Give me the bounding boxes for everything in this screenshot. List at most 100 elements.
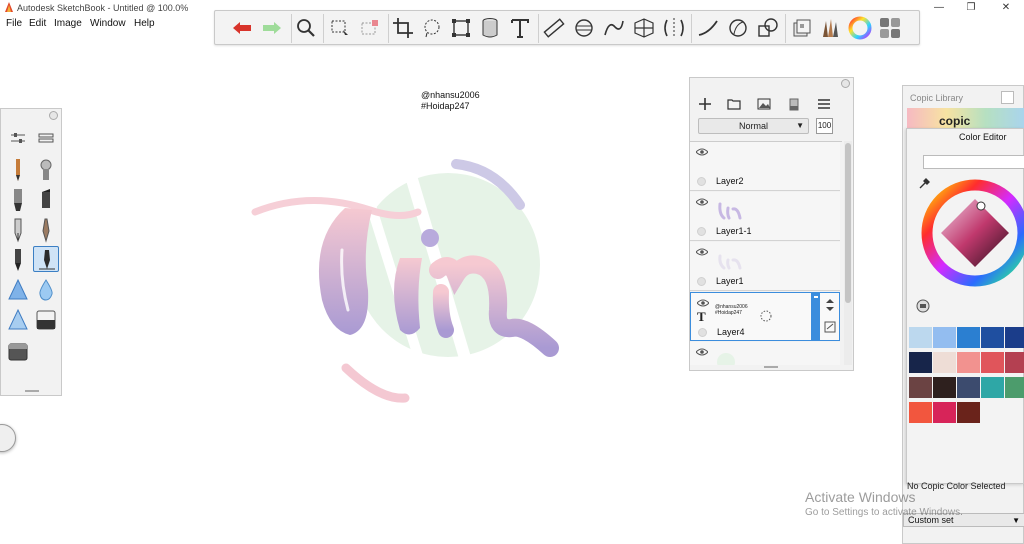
chisel-marker-icon[interactable] bbox=[33, 187, 59, 213]
eye-icon[interactable] bbox=[696, 348, 708, 356]
maximize-button[interactable]: ❐ bbox=[960, 1, 982, 15]
layer-lock-toggle[interactable] bbox=[697, 277, 706, 286]
menu-file[interactable]: File bbox=[6, 18, 22, 29]
stroke-icon[interactable] bbox=[695, 15, 721, 41]
hard-eraser-icon[interactable] bbox=[5, 339, 31, 365]
move-layer-icon[interactable] bbox=[824, 299, 836, 311]
clear-layer-icon[interactable] bbox=[786, 96, 802, 112]
color-swatch[interactable] bbox=[1005, 352, 1024, 373]
close-window-button[interactable]: ✕ bbox=[995, 1, 1017, 15]
minimize-button[interactable]: — bbox=[928, 1, 950, 15]
brush-library-icon[interactable] bbox=[33, 125, 59, 151]
color-swatch[interactable] bbox=[933, 327, 956, 348]
calligraphy-pen-icon[interactable] bbox=[33, 246, 59, 272]
bucket-icon[interactable] bbox=[477, 15, 503, 41]
add-layer-icon[interactable] bbox=[697, 96, 713, 112]
copic-color-icon[interactable] bbox=[916, 299, 930, 313]
brush-puck[interactable] bbox=[0, 424, 16, 452]
layer-scrollbar[interactable] bbox=[844, 141, 852, 365]
french-curve-icon[interactable] bbox=[601, 15, 627, 41]
brush-pen-icon[interactable] bbox=[33, 217, 59, 243]
color-swatch[interactable] bbox=[1005, 377, 1024, 398]
color-swatch[interactable] bbox=[981, 377, 1004, 398]
color-swatch[interactable] bbox=[933, 402, 956, 423]
palette-icon[interactable] bbox=[877, 15, 903, 41]
eraser-icon[interactable] bbox=[33, 307, 59, 333]
transform-icon[interactable] bbox=[448, 15, 474, 41]
color-wheel-icon[interactable] bbox=[847, 15, 873, 41]
fill-select-icon[interactable] bbox=[357, 15, 383, 41]
close-icon[interactable] bbox=[841, 79, 850, 88]
color-swatch[interactable] bbox=[909, 327, 932, 348]
layer-drag-handle[interactable] bbox=[812, 293, 820, 340]
brush-library-icon[interactable] bbox=[817, 15, 843, 41]
layer-lock-toggle[interactable] bbox=[697, 177, 706, 186]
layer-toolbar bbox=[690, 96, 855, 114]
perspective-icon[interactable] bbox=[631, 15, 657, 41]
color-swatch[interactable] bbox=[1005, 327, 1024, 348]
layer-name: Layer2 bbox=[716, 176, 744, 186]
palette-grip[interactable] bbox=[25, 390, 39, 392]
layer-lock-toggle[interactable] bbox=[697, 227, 706, 236]
ellipse-guide-icon[interactable] bbox=[571, 15, 597, 41]
zoom-icon[interactable] bbox=[293, 15, 319, 41]
layer-opacity-input[interactable]: 100 bbox=[816, 118, 833, 134]
layer-row-selected[interactable]: T @nhansu2006 #Hoidap247 Layer4 bbox=[690, 292, 840, 341]
color-swatch[interactable] bbox=[981, 327, 1004, 348]
add-image-icon[interactable] bbox=[756, 96, 772, 112]
layer-row[interactable]: Layer2 bbox=[690, 142, 840, 191]
color-wheel[interactable] bbox=[915, 177, 1024, 289]
eye-icon[interactable] bbox=[696, 198, 708, 206]
predictive-icon[interactable] bbox=[725, 15, 751, 41]
ruler-icon[interactable] bbox=[541, 15, 567, 41]
copic-library-icon[interactable] bbox=[788, 15, 814, 41]
shape-icon[interactable] bbox=[755, 15, 781, 41]
symmetry-icon[interactable] bbox=[661, 15, 687, 41]
menu-help[interactable]: Help bbox=[134, 18, 155, 29]
color-swatch[interactable] bbox=[957, 377, 980, 398]
color-swatch[interactable] bbox=[909, 352, 932, 373]
color-swatch[interactable] bbox=[933, 352, 956, 373]
eye-icon[interactable] bbox=[696, 248, 708, 256]
pencil-brush-icon[interactable] bbox=[5, 157, 31, 183]
undo-icon[interactable] bbox=[229, 15, 255, 41]
layer-row[interactable]: Layer1 bbox=[690, 242, 840, 291]
layer-menu-icon[interactable] bbox=[816, 96, 832, 112]
color-swatch[interactable] bbox=[957, 402, 980, 423]
select-icon[interactable] bbox=[327, 15, 353, 41]
color-swatch[interactable] bbox=[981, 352, 1004, 373]
layer-row[interactable]: Layer1-1 bbox=[690, 192, 840, 241]
close-icon[interactable] bbox=[1001, 91, 1014, 104]
menu-image[interactable]: Image bbox=[54, 18, 82, 29]
ink-pen-icon[interactable] bbox=[5, 217, 31, 243]
color-swatch[interactable] bbox=[909, 402, 932, 423]
layer-row[interactable] bbox=[690, 342, 840, 365]
layer-properties-icon[interactable] bbox=[824, 321, 836, 333]
close-icon[interactable] bbox=[49, 111, 58, 120]
layer-group-icon[interactable] bbox=[726, 96, 742, 112]
crop-icon[interactable] bbox=[390, 15, 416, 41]
triangle-outline-brush-icon[interactable] bbox=[5, 307, 31, 333]
text-icon[interactable] bbox=[507, 15, 533, 41]
palette-grip[interactable] bbox=[764, 366, 778, 368]
airbrush-icon[interactable] bbox=[33, 157, 59, 183]
blend-mode-select[interactable]: Normal ▼ bbox=[698, 118, 809, 134]
color-swatch[interactable] bbox=[957, 352, 980, 373]
color-hex-input[interactable] bbox=[923, 155, 1024, 169]
brush-properties-icon[interactable] bbox=[5, 125, 31, 151]
watercolor-drop-icon[interactable] bbox=[33, 277, 59, 303]
scrollbar-thumb[interactable] bbox=[845, 143, 851, 303]
menu-edit[interactable]: Edit bbox=[29, 18, 46, 29]
color-swatch[interactable] bbox=[933, 377, 956, 398]
color-swatch[interactable] bbox=[957, 327, 980, 348]
triangle-brush-icon[interactable] bbox=[5, 277, 31, 303]
redo-icon[interactable] bbox=[259, 15, 285, 41]
lasso-icon[interactable] bbox=[419, 15, 445, 41]
technical-pen-icon[interactable] bbox=[5, 247, 31, 273]
color-swatch[interactable] bbox=[909, 377, 932, 398]
eye-icon[interactable] bbox=[696, 148, 708, 156]
marker-brush-icon[interactable] bbox=[5, 187, 31, 213]
menu-window[interactable]: Window bbox=[90, 18, 126, 29]
layer-lock-toggle[interactable] bbox=[698, 328, 707, 337]
eye-icon[interactable] bbox=[697, 299, 709, 307]
